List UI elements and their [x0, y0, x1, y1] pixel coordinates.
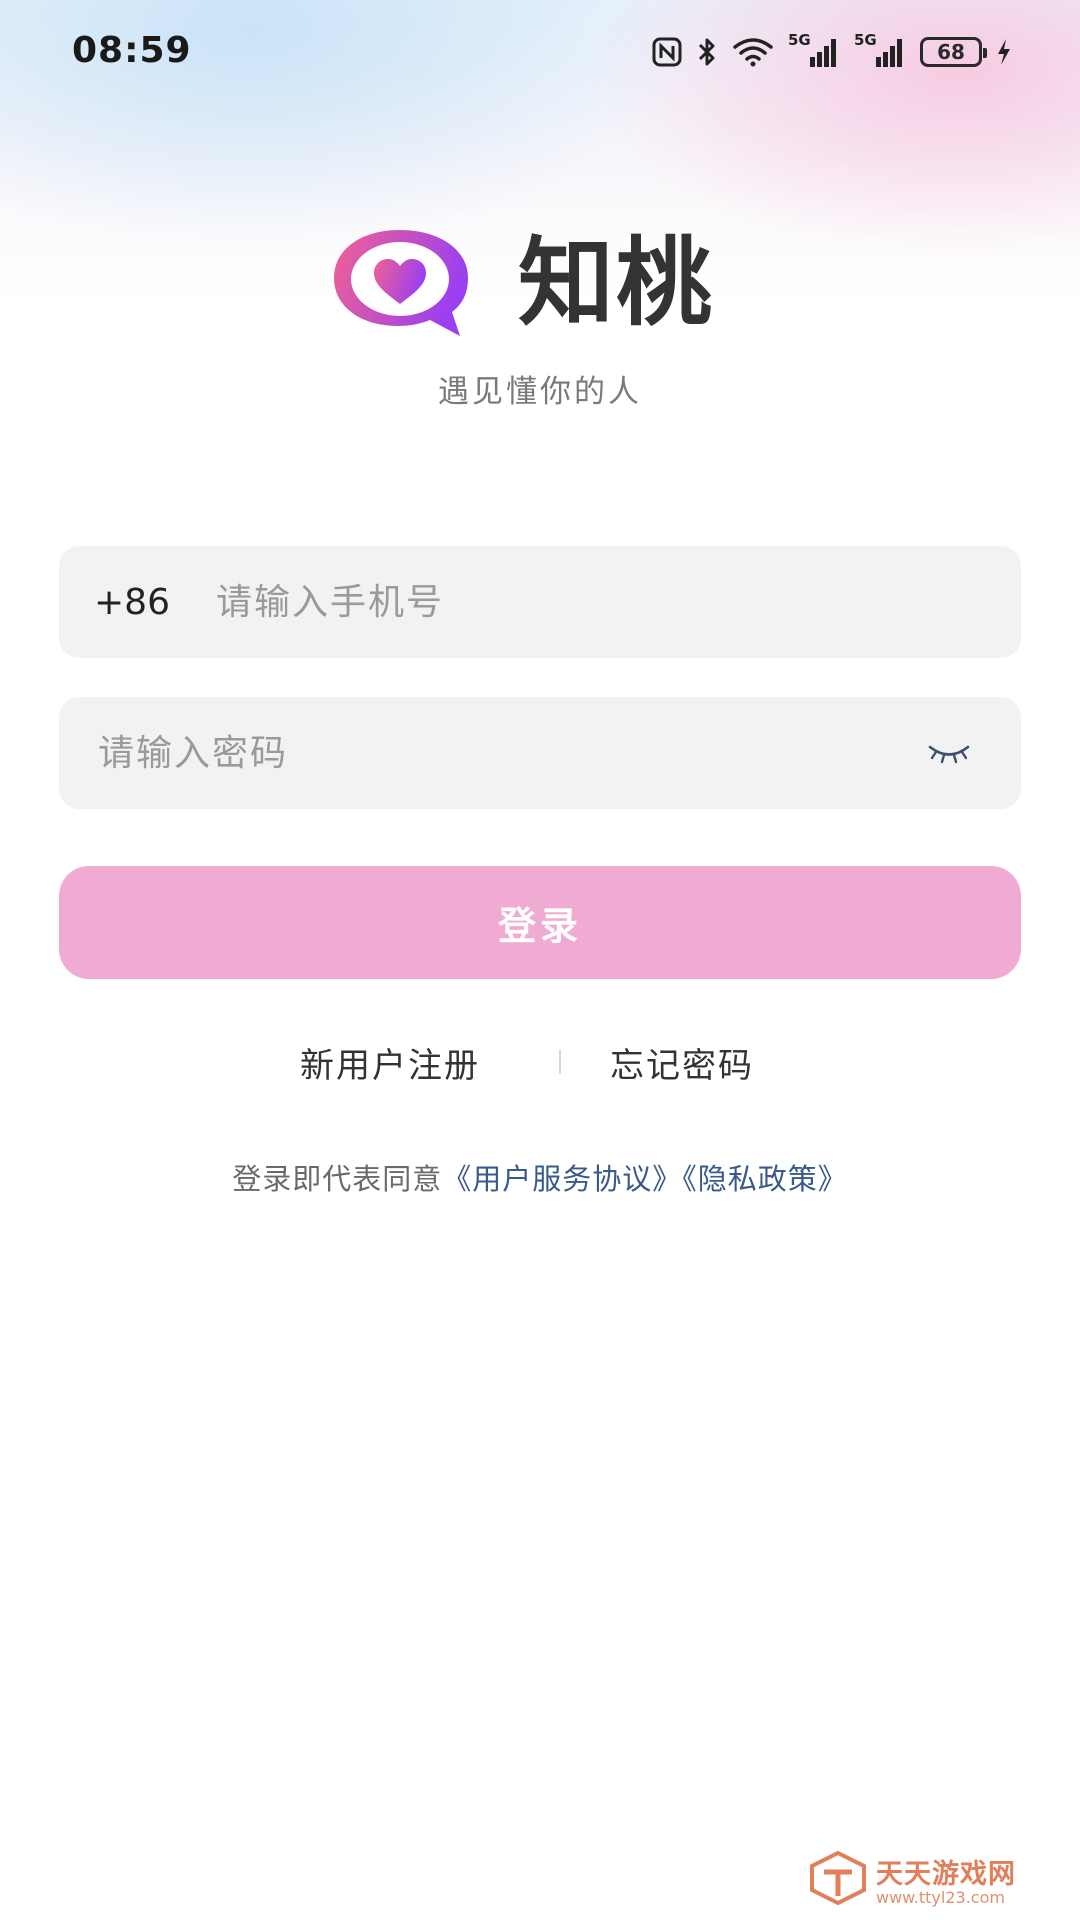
auth-links: 新用户注册 忘记密码 [0, 1038, 1080, 1088]
terms-link[interactable]: 《用户服务协议》 [442, 1162, 682, 1196]
country-code[interactable]: +86 [94, 582, 182, 623]
phone-input[interactable] [214, 545, 1021, 659]
signal-icon: 5G [788, 31, 840, 69]
slogan: 遇见懂你的人 [438, 374, 642, 410]
forgot-password-link[interactable]: 忘记密码 [610, 1038, 754, 1087]
wifi-icon [732, 37, 774, 67]
agreement-text: 登录即代表同意《用户服务协议》《隐私政策》 [0, 1156, 1080, 1198]
status-time: 08:59 [72, 30, 192, 71]
login-screen: 08:59 5G 5G 68 知桃 遇见懂你的人 +86 请输入手机号 登录 新… [0, 0, 1080, 1920]
charging-icon [996, 38, 1012, 66]
nfc-icon [652, 37, 682, 67]
heart-chat-bubble-icon [330, 224, 475, 344]
network-type-label: 5G [854, 31, 877, 49]
watermark: 天天游戏网 www.ttyl23.com [808, 1850, 1038, 1910]
watermark-logo-icon [810, 1850, 866, 1906]
watermark-title: 天天游戏网 [876, 1859, 1016, 1890]
eye-closed-icon[interactable] [925, 738, 973, 768]
link-divider [559, 1050, 561, 1074]
watermark-url: www.ttyl23.com [876, 1888, 1005, 1907]
phone-field[interactable]: +86 [59, 545, 1021, 659]
signal-icon: 5G [854, 31, 906, 69]
app-name: 知桃 [518, 227, 714, 339]
battery-level: 68 [937, 40, 965, 64]
status-icons: 5G 5G 68 [652, 31, 1012, 72]
privacy-link[interactable]: 《隐私政策》 [682, 1162, 848, 1196]
bluetooth-icon [696, 36, 718, 68]
register-link[interactable]: 新用户注册 [300, 1038, 480, 1087]
password-field[interactable] [59, 696, 1021, 810]
login-button[interactable]: 登录 [59, 866, 1021, 979]
password-input[interactable] [96, 696, 925, 810]
network-type-label: 5G [788, 31, 811, 49]
status-bar: 08:59 5G 5G 68 [0, 0, 1080, 100]
battery-icon: 68 [920, 37, 987, 67]
agreement-prefix: 登录即代表同意 [232, 1162, 443, 1196]
